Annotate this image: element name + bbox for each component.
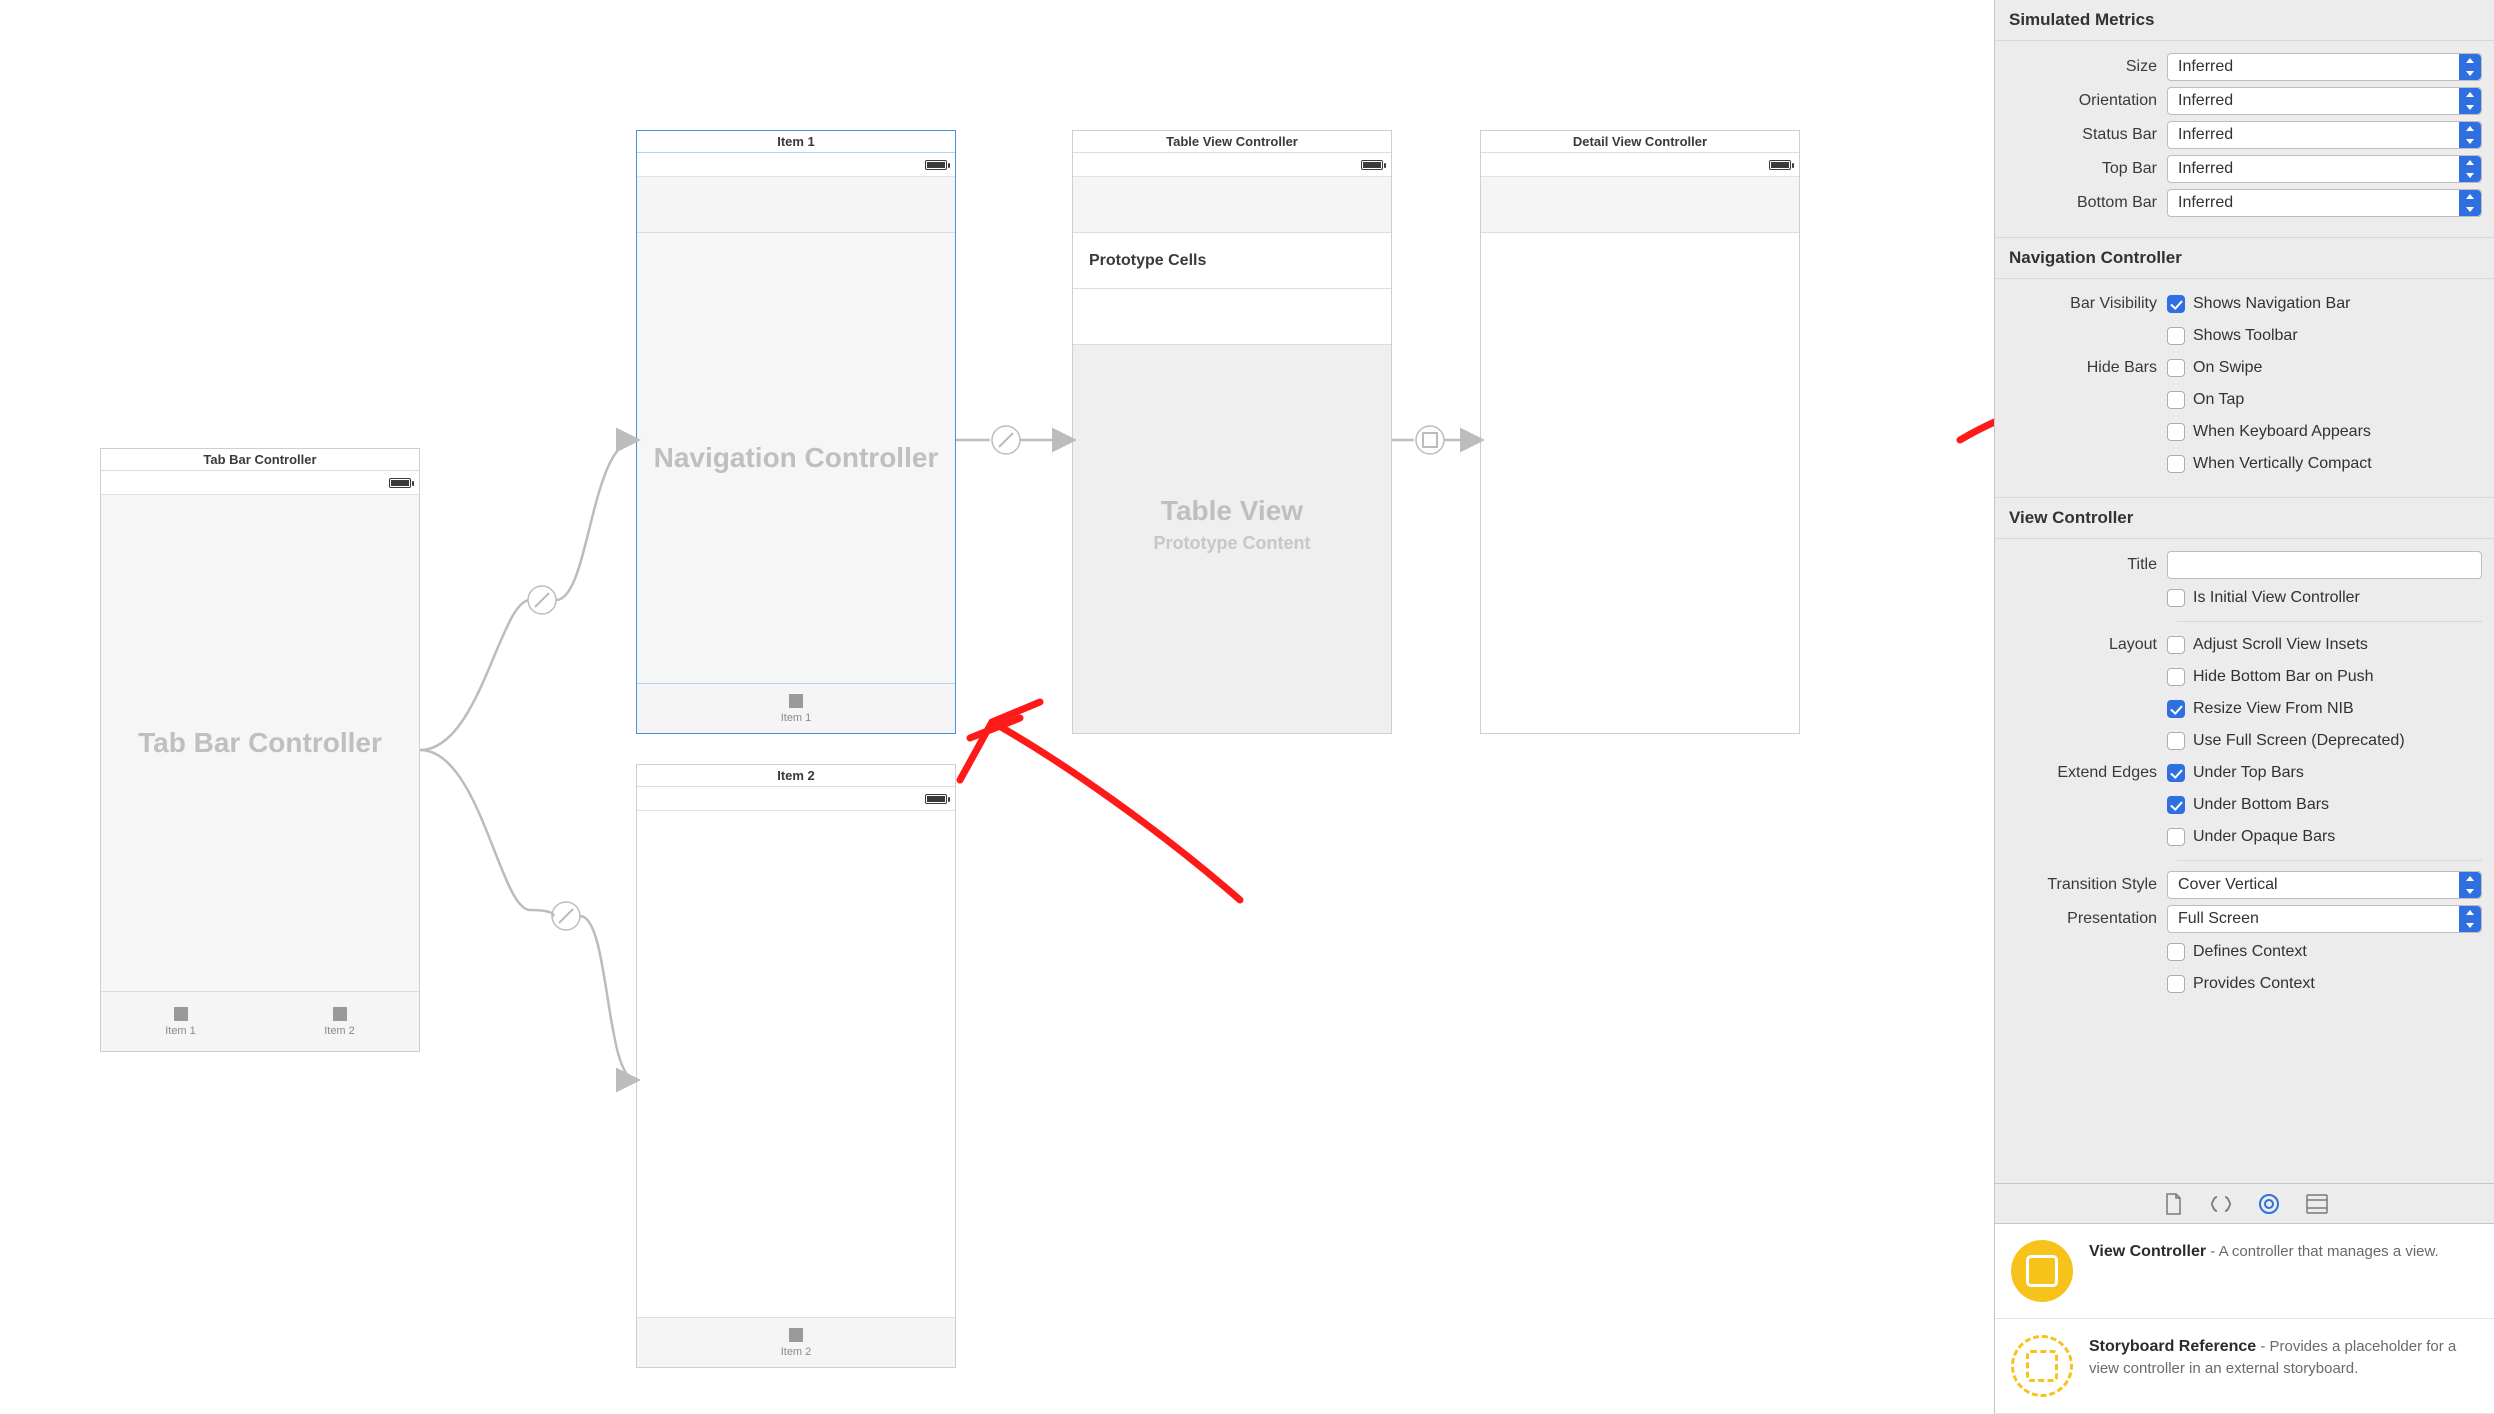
table-view-title: Table View bbox=[1161, 495, 1303, 527]
library-tab-object[interactable] bbox=[2257, 1192, 2281, 1216]
library-item-text: View Controller - A controller that mana… bbox=[2089, 1240, 2439, 1302]
stepper-icon bbox=[2459, 54, 2481, 80]
tab-label: Item 1 bbox=[781, 712, 812, 724]
scene-table-view-controller[interactable]: Table View Controller Prototype Cells Ta… bbox=[1072, 130, 1392, 734]
scene-title: Item 2 bbox=[637, 765, 955, 787]
checkbox-use-full-screen-deprecated[interactable] bbox=[2167, 732, 2185, 750]
scene-navigation-controller[interactable]: Item 1 Navigation Controller Item 1 bbox=[636, 130, 956, 734]
label-transition-style: Transition Style bbox=[2007, 876, 2167, 894]
tab-bar-item[interactable]: Item 2 bbox=[637, 1317, 955, 1367]
tab-glyph-icon bbox=[789, 1328, 803, 1342]
checkbox-when-keyboard-appears[interactable] bbox=[2167, 423, 2185, 441]
select-size[interactable]: Inferred bbox=[2167, 53, 2482, 81]
scene-title: Detail View Controller bbox=[1481, 131, 1799, 153]
library-tab-code-snippet[interactable] bbox=[2209, 1192, 2233, 1216]
label-layout: Layout bbox=[2007, 636, 2167, 654]
tab-glyph-icon bbox=[333, 1007, 347, 1021]
tab-item-2[interactable]: Item 2 bbox=[260, 992, 419, 1051]
label-title: Title bbox=[2007, 556, 2167, 574]
label-orientation: Orientation bbox=[2007, 92, 2167, 110]
library-item-text: Storyboard Reference - Provides a placeh… bbox=[2089, 1335, 2478, 1397]
scene-body-title: Tab Bar Controller bbox=[138, 727, 382, 759]
select-bottom-bar[interactable]: Inferred bbox=[2167, 189, 2482, 217]
checkbox-shows-toolbar[interactable] bbox=[2167, 327, 2185, 345]
scene-item-2[interactable]: Item 2 Item 2 bbox=[636, 764, 956, 1368]
select-top-bar[interactable]: Inferred bbox=[2167, 155, 2482, 183]
section-view-controller: Title Is Initial View Controller LayoutA… bbox=[1995, 539, 2494, 1005]
table-view-sub: Prototype Content bbox=[1154, 533, 1311, 554]
select-orientation[interactable]: Inferred bbox=[2167, 87, 2482, 115]
select-transition-style[interactable]: Cover Vertical bbox=[2167, 871, 2482, 899]
scene-detail-view-controller[interactable]: Detail View Controller bbox=[1480, 130, 1800, 734]
tab-item-1[interactable]: Item 1 bbox=[101, 992, 260, 1051]
checkbox-under-bottom-bars[interactable] bbox=[2167, 796, 2185, 814]
checkbox-on-swipe[interactable] bbox=[2167, 359, 2185, 377]
status-bar bbox=[637, 153, 955, 177]
library-tab-media[interactable] bbox=[2305, 1192, 2329, 1216]
checkbox-shows-navigation-bar[interactable] bbox=[2167, 295, 2185, 313]
tab-glyph-icon bbox=[789, 694, 803, 708]
section-navigation-controller: Bar VisibilityShows Navigation Bar .Show… bbox=[1995, 279, 2494, 498]
checkbox-under-top-bars[interactable] bbox=[2167, 764, 2185, 782]
scene-tab-bar-controller[interactable]: Tab Bar Controller Tab Bar Controller It… bbox=[100, 448, 420, 1052]
checkbox-adjust-scroll-view-insets[interactable] bbox=[2167, 636, 2185, 654]
checkbox-defines-context[interactable] bbox=[2167, 943, 2185, 961]
label-extend-edges: Extend Edges bbox=[2007, 764, 2167, 782]
battery-icon bbox=[925, 794, 947, 804]
battery-icon bbox=[925, 160, 947, 170]
tab-label: Item 2 bbox=[324, 1025, 355, 1037]
library-tab-file-template[interactable] bbox=[2161, 1192, 2185, 1216]
navigation-bar bbox=[1073, 177, 1391, 233]
prototype-cell[interactable] bbox=[1073, 289, 1391, 345]
status-bar bbox=[1481, 153, 1799, 177]
tab-label: Item 2 bbox=[781, 1346, 812, 1358]
battery-icon bbox=[389, 478, 411, 488]
select-presentation[interactable]: Full Screen bbox=[2167, 905, 2482, 933]
checkbox-under-opaque-bars[interactable] bbox=[2167, 828, 2185, 846]
checkbox-when-vertically-compact[interactable] bbox=[2167, 455, 2185, 473]
library-item-view-controller[interactable]: View Controller - A controller that mana… bbox=[1995, 1224, 2494, 1319]
label-top-bar: Top Bar bbox=[2007, 160, 2167, 178]
section-header-view-controller: View Controller bbox=[1995, 498, 2494, 539]
select-status-bar[interactable]: Inferred bbox=[2167, 121, 2482, 149]
label-presentation: Presentation bbox=[2007, 910, 2167, 928]
label-bar-visibility: Bar Visibility bbox=[2007, 295, 2167, 313]
tab-bar: Item 1 Item 2 bbox=[101, 991, 419, 1051]
label-bottom-bar: Bottom Bar bbox=[2007, 194, 2167, 212]
prototype-cells-header: Prototype Cells bbox=[1073, 233, 1391, 289]
scene-body-title: Navigation Controller bbox=[654, 442, 939, 474]
checkbox-on-tap[interactable] bbox=[2167, 391, 2185, 409]
checkbox-resize-view-from-nib[interactable] bbox=[2167, 700, 2185, 718]
library-tabs bbox=[1995, 1183, 2494, 1223]
view-controller-icon bbox=[2011, 1240, 2073, 1302]
label-hide-bars: Hide Bars bbox=[2007, 359, 2167, 377]
label-size: Size bbox=[2007, 58, 2167, 76]
storyboard-canvas[interactable]: Tab Bar Controller Tab Bar Controller It… bbox=[0, 0, 1994, 1414]
section-header-navigation-controller: Navigation Controller bbox=[1995, 238, 2494, 279]
status-bar bbox=[101, 471, 419, 495]
navigation-bar bbox=[637, 177, 955, 233]
input-title[interactable] bbox=[2167, 551, 2482, 579]
scene-title: Tab Bar Controller bbox=[101, 449, 419, 471]
scene-title: Item 1 bbox=[637, 131, 955, 153]
library-item-storyboard-reference[interactable]: Storyboard Reference - Provides a placeh… bbox=[1995, 1319, 2494, 1414]
section-header-simulated-metrics: Simulated Metrics bbox=[1995, 0, 2494, 41]
tab-label: Item 1 bbox=[165, 1025, 196, 1037]
storyboard-reference-icon bbox=[2011, 1335, 2073, 1397]
checkbox-provides-context[interactable] bbox=[2167, 975, 2185, 993]
navigation-bar bbox=[1481, 177, 1799, 233]
label-status-bar: Status Bar bbox=[2007, 126, 2167, 144]
status-bar bbox=[637, 787, 955, 811]
section-simulated-metrics: SizeInferred OrientationInferred Status … bbox=[1995, 41, 2494, 238]
checkbox-initial-view-controller[interactable] bbox=[2167, 589, 2185, 607]
tab-bar-item[interactable]: Item 1 bbox=[637, 683, 955, 733]
battery-icon bbox=[1769, 160, 1791, 170]
tab-glyph-icon bbox=[174, 1007, 188, 1021]
library-list: View Controller - A controller that mana… bbox=[1995, 1223, 2494, 1414]
checkbox-hide-bottom-bar-on-push[interactable] bbox=[2167, 668, 2185, 686]
scene-title: Table View Controller bbox=[1073, 131, 1391, 153]
battery-icon bbox=[1361, 160, 1383, 170]
status-bar bbox=[1073, 153, 1391, 177]
inspector-panel: Simulated Metrics SizeInferred Orientati… bbox=[1994, 0, 2494, 1414]
